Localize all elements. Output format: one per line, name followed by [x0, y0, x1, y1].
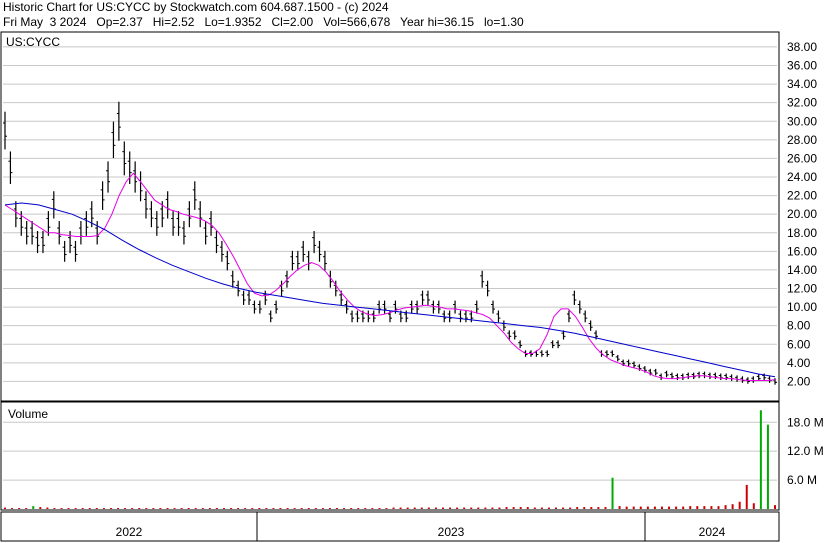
price-tick-label: 26.00 [787, 151, 817, 165]
price-tick-label: 24.00 [787, 170, 817, 184]
price-tick-label: 2.00 [787, 374, 811, 388]
price-tick-label: 8.00 [787, 319, 811, 333]
volume-tick-label: 18.0 M [787, 415, 824, 429]
price-tick-label: 34.00 [787, 77, 817, 91]
volume-axis-ticks: 6.0 M 12.0 M 18.0 M [787, 415, 824, 487]
volume-panel-title: Volume [8, 407, 48, 421]
price-tick-label: 22.00 [787, 189, 817, 203]
price-tick-label: 36.00 [787, 59, 817, 73]
price-axis-ticks: 2.00 4.00 6.00 8.00 10.00 12.00 14.00 16.00 18.0… [787, 40, 817, 388]
price-tick-label: 28.00 [787, 133, 817, 147]
price-tick-label: 18.00 [787, 226, 817, 240]
year-label: 2022 [116, 525, 143, 539]
year-label: 2024 [699, 525, 726, 539]
price-tick-label: 20.00 [787, 207, 817, 221]
volume-panel [0, 401, 780, 511]
price-tick-label: 10.00 [787, 300, 817, 314]
volume-tick-label: 6.0 M [787, 473, 817, 487]
stock-chart: 2.00 4.00 6.00 8.00 10.00 12.00 14.00 16.00 18.0… [0, 31, 824, 542]
price-tick-label: 14.00 [787, 263, 817, 277]
price-panel [0, 31, 780, 402]
price-tick-label: 6.00 [787, 337, 811, 351]
price-panel-title: US:CYCC [6, 35, 60, 49]
year-label: 2023 [438, 525, 465, 539]
price-tick-label: 16.00 [787, 244, 817, 258]
price-tick-label: 38.00 [787, 40, 817, 54]
price-tick-label: 32.00 [787, 96, 817, 110]
volume-tick-label: 12.0 M [787, 444, 824, 458]
price-tick-label: 12.00 [787, 282, 817, 296]
price-tick-label: 30.00 [787, 114, 817, 128]
price-tick-label: 4.00 [787, 356, 811, 370]
